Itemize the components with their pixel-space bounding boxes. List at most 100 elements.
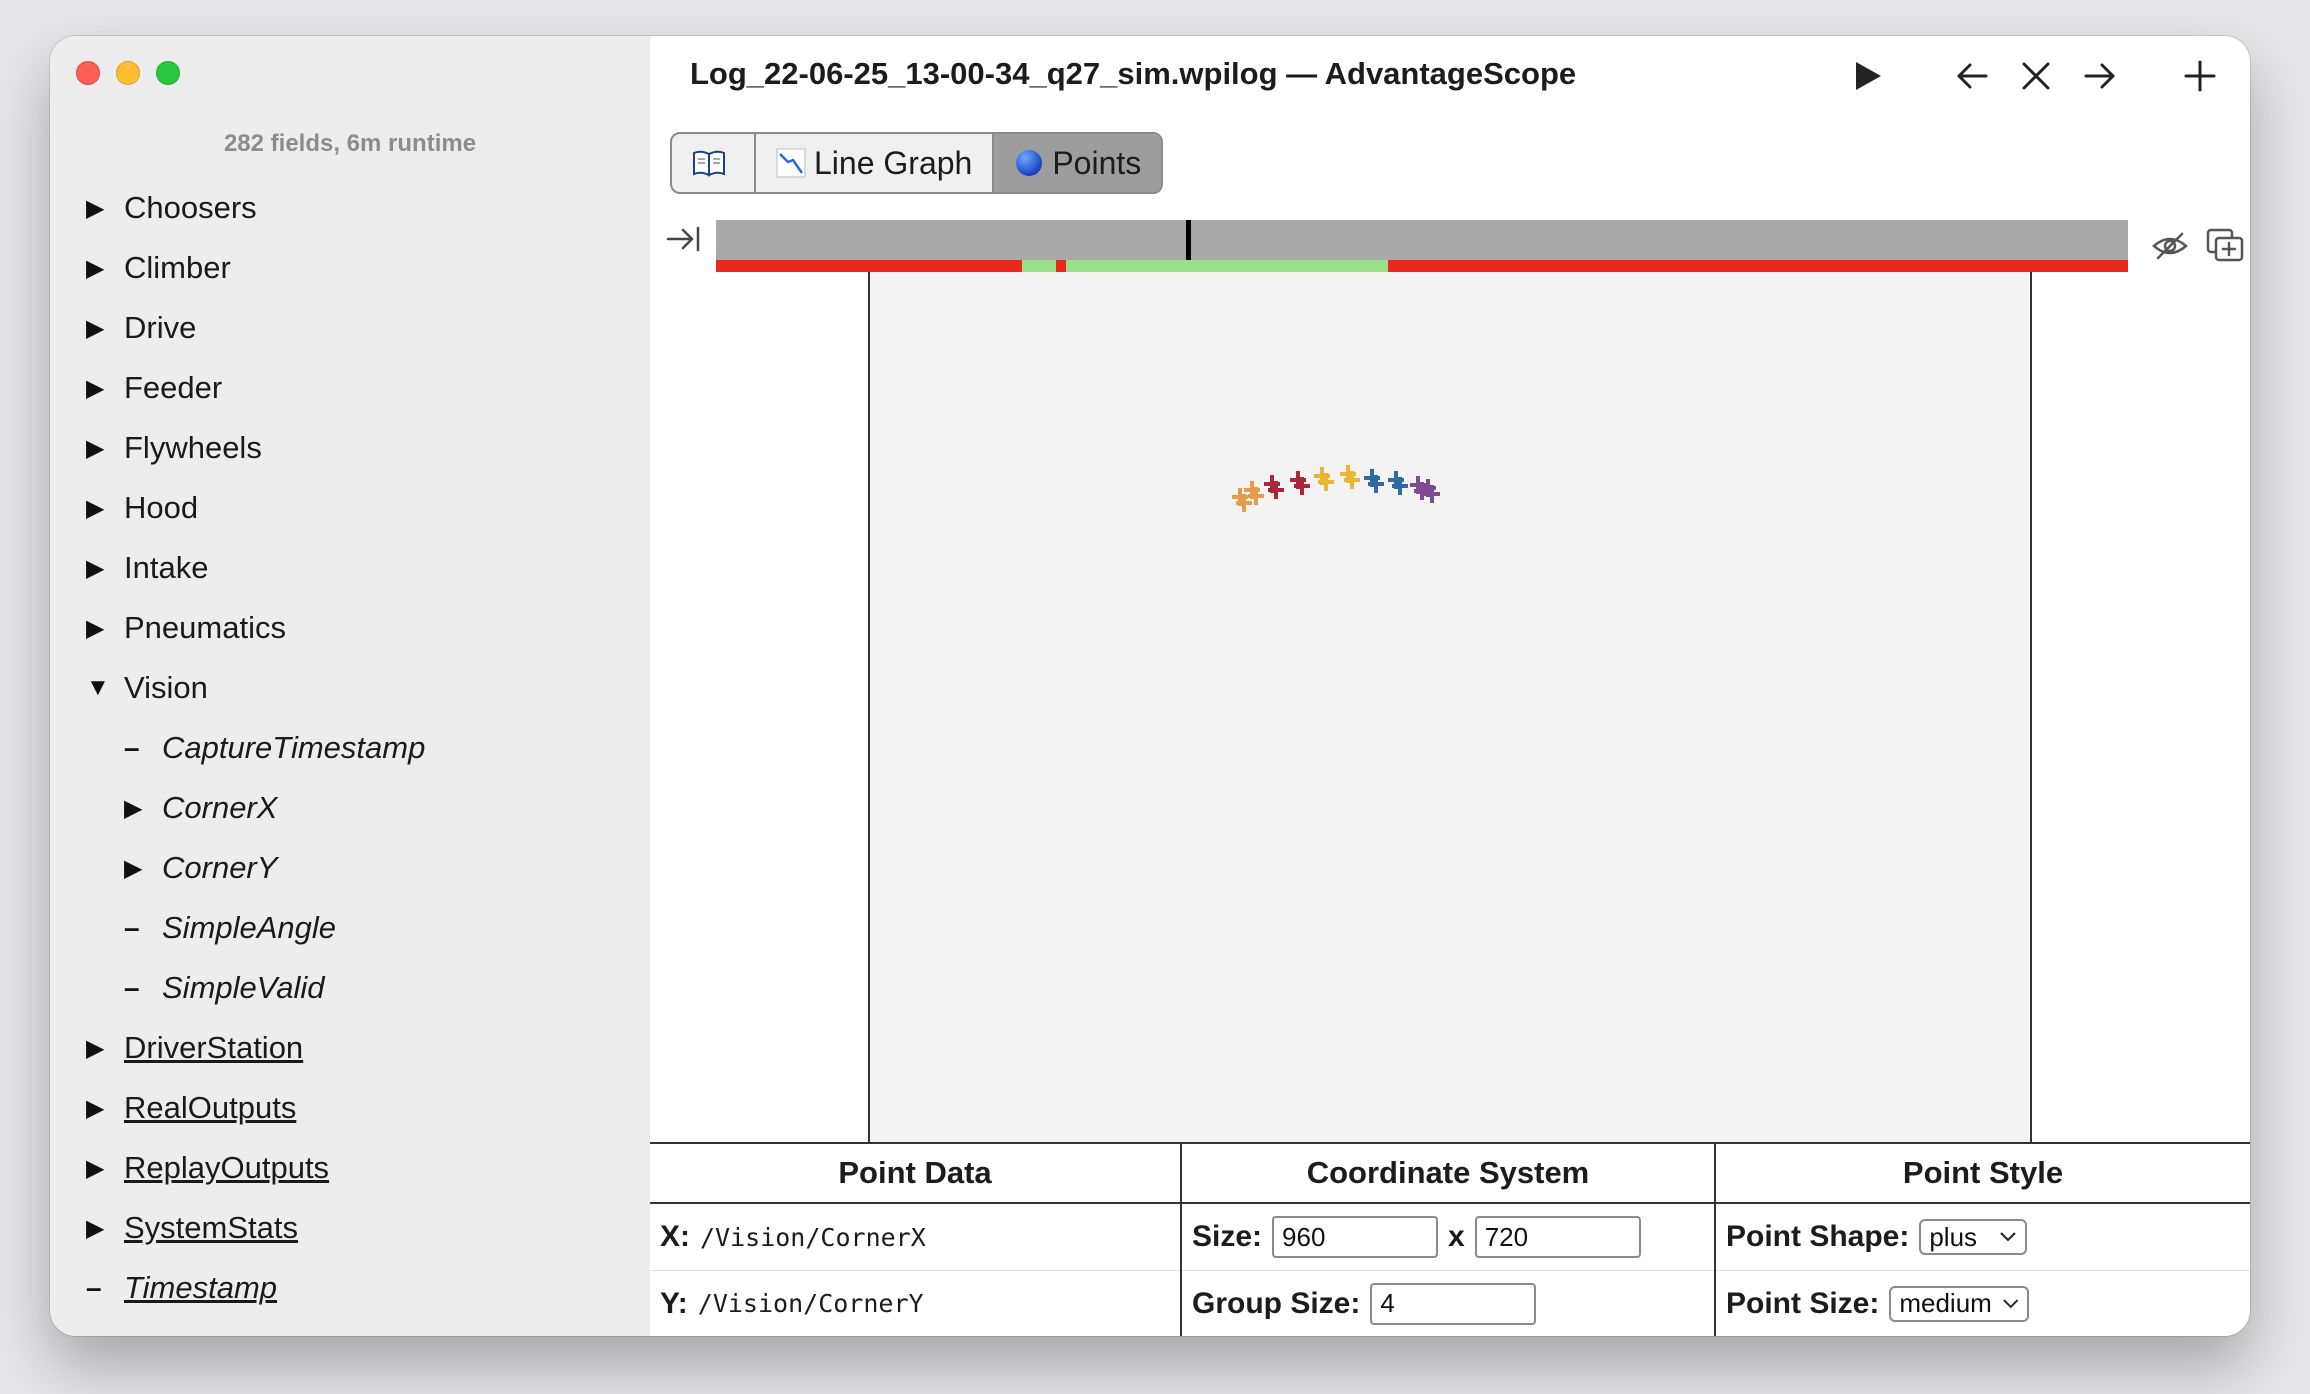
minimize-window-button[interactable] — [116, 61, 140, 85]
size-label: Size: — [1192, 1220, 1263, 1253]
top-controls — [1848, 56, 2220, 96]
field-cornerx[interactable]: ▶ CornerX — [50, 778, 650, 838]
field-vision[interactable]: ▼ Vision — [50, 658, 650, 718]
add-tab-icon[interactable] — [2180, 56, 2220, 96]
field-systemstats[interactable]: ▶ SystemStats — [50, 1198, 650, 1258]
coordinate-system-header: Coordinate System — [1182, 1144, 1714, 1204]
field-realoutputs[interactable]: ▶ RealOutputs — [50, 1078, 650, 1138]
point-size-label: Point Size: — [1726, 1286, 1880, 1320]
point-size-select[interactable]: medium — [1889, 1285, 2030, 1322]
field-drive[interactable]: ▶ Drive — [50, 298, 650, 358]
expand-arrow-icon[interactable]: ▶ — [86, 254, 124, 283]
expand-arrow-icon[interactable]: ▶ — [86, 1094, 124, 1123]
popup-window-icon[interactable] — [2206, 228, 2246, 264]
field-capturetimestamp[interactable]: – CaptureTimestamp — [50, 718, 650, 778]
arrow-left-icon[interactable] — [1952, 56, 1992, 96]
book-icon — [692, 149, 726, 177]
tab-points[interactable]: Points — [994, 134, 1162, 192]
expand-arrow-icon[interactable]: ▶ — [124, 794, 162, 823]
close-window-button[interactable] — [76, 61, 100, 85]
window-controls — [76, 61, 180, 85]
point-style-column: Point Style Point Shape: plus Point Size… — [1716, 1144, 2250, 1336]
expand-arrow-icon[interactable]: ▶ — [86, 434, 124, 463]
x-row: X: /Vision/CornerX — [650, 1204, 1180, 1270]
config-table: Point Data X: /Vision/CornerX Y: /Vision… — [650, 1142, 2250, 1336]
chevron-down-icon — [2003, 1298, 2019, 1308]
window-title: Log_22-06-25_13-00-34_q27_sim.wpilog — A… — [690, 56, 1577, 91]
expand-arrow-icon[interactable]: ▶ — [86, 614, 124, 643]
group-size-label: Group Size: — [1192, 1286, 1361, 1320]
field-label: RealOutputs — [124, 1090, 297, 1125]
field-simpleangle[interactable]: – SimpleAngle — [50, 898, 650, 958]
field-label: Feeder — [124, 370, 223, 405]
point-data-column: Point Data X: /Vision/CornerX Y: /Vision… — [650, 1144, 1182, 1336]
field-label: SystemStats — [124, 1210, 298, 1245]
expand-arrow-icon[interactable]: ▶ — [86, 314, 124, 343]
timeline[interactable] — [716, 220, 2128, 272]
point-shape-value: plus — [1929, 1221, 1978, 1252]
play-icon[interactable] — [1848, 56, 1888, 96]
field-label: SimpleAngle — [162, 910, 337, 945]
leaf-dash-icon: – — [86, 1272, 102, 1303]
field-driverstation[interactable]: ▶ DriverStation — [50, 1018, 650, 1078]
zoom-window-button[interactable] — [156, 61, 180, 85]
leaf-dash-icon: – — [124, 972, 140, 1003]
field-label: DriverStation — [124, 1030, 304, 1065]
teleop-segment — [1066, 260, 1388, 272]
tab-line-graph[interactable]: Line Graph — [756, 134, 995, 192]
point-style-header: Point Style — [1716, 1144, 2250, 1204]
y-field-value[interactable]: /Vision/CornerY — [698, 1289, 924, 1318]
tab-line-graph-label: Line Graph — [814, 144, 973, 181]
field-choosers[interactable]: ▶ Choosers — [50, 178, 650, 238]
field-replayoutputs[interactable]: ▶ ReplayOutputs — [50, 1138, 650, 1198]
collapse-arrow-icon[interactable]: ▼ — [86, 674, 124, 702]
arrow-right-icon[interactable] — [2080, 56, 2120, 96]
field-label: Choosers — [124, 190, 257, 225]
field-label: CornerX — [162, 790, 278, 825]
x-label: X: — [660, 1220, 690, 1253]
field-label: SimpleValid — [162, 970, 325, 1005]
field-climber[interactable]: ▶ Climber — [50, 238, 650, 298]
field-timestamp[interactable]: – Timestamp — [50, 1258, 650, 1318]
field-label: Pneumatics — [124, 610, 286, 645]
height-input[interactable] — [1474, 1216, 1641, 1258]
auto-segment — [1022, 260, 1056, 272]
field-hood[interactable]: ▶ Hood — [50, 478, 650, 538]
field-simplevalid[interactable]: – SimpleValid — [50, 958, 650, 1018]
leaf-dash-icon: – — [124, 912, 140, 943]
point-shape-label: Point Shape: — [1726, 1220, 1910, 1253]
field-cornery[interactable]: ▶ CornerY — [50, 838, 650, 898]
point-shape-select[interactable]: plus — [1919, 1219, 2028, 1255]
expand-arrow-icon[interactable]: ▶ — [86, 494, 124, 523]
expand-arrow-icon[interactable]: ▶ — [86, 1034, 124, 1063]
field-feeder[interactable]: ▶ Feeder — [50, 358, 650, 418]
expand-arrow-icon[interactable]: ▶ — [86, 1214, 124, 1243]
x-field-value[interactable]: /Vision/CornerX — [700, 1223, 926, 1252]
point-size-row: Point Size: medium — [1716, 1270, 2250, 1336]
field-label: Climber — [124, 250, 231, 285]
field-intake[interactable]: ▶ Intake — [50, 538, 650, 598]
expand-arrow-icon[interactable]: ▶ — [86, 194, 124, 223]
tab-documentation[interactable] — [672, 134, 756, 192]
points-view — [650, 272, 2250, 1148]
field-label: Drive — [124, 310, 197, 345]
lock-to-end-icon[interactable] — [666, 224, 706, 264]
close-tab-icon[interactable] — [2016, 56, 2056, 96]
width-input[interactable] — [1272, 1216, 1439, 1258]
field-pneumatics[interactable]: ▶ Pneumatics — [50, 598, 650, 658]
tab-points-label: Points — [1052, 144, 1142, 181]
point-shape-row: Point Shape: plus — [1716, 1204, 2250, 1270]
expand-arrow-icon[interactable]: ▶ — [124, 854, 162, 883]
field-label: Flywheels — [124, 430, 262, 465]
expand-arrow-icon[interactable]: ▶ — [86, 374, 124, 403]
timeline-cursor[interactable] — [1186, 220, 1191, 260]
group-size-input[interactable] — [1370, 1282, 1537, 1325]
times-label: x — [1448, 1220, 1465, 1253]
group-size-row: Group Size: — [1182, 1270, 1714, 1336]
expand-arrow-icon[interactable]: ▶ — [86, 554, 124, 583]
hide-icon[interactable] — [2150, 228, 2190, 264]
tab-bar: Line Graph Points — [670, 132, 1164, 194]
field-flywheels[interactable]: ▶ Flywheels — [50, 418, 650, 478]
expand-arrow-icon[interactable]: ▶ — [86, 1154, 124, 1183]
field-tree: ▶ Choosers ▶ Climber ▶ Drive ▶ Feeder ▶ Flywheels… — [50, 178, 650, 1318]
